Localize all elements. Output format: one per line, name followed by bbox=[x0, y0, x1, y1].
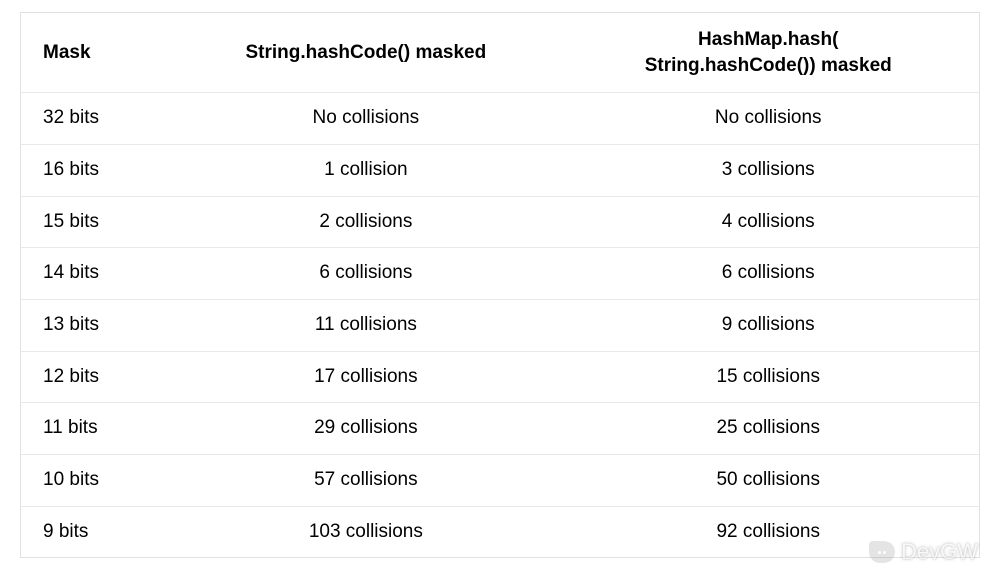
cell-string-hashcode: 57 collisions bbox=[174, 455, 557, 507]
cell-mask: 32 bits bbox=[21, 93, 174, 145]
table-row: 12 bits17 collisions15 collisions bbox=[21, 351, 979, 403]
cell-hashmap-hash: 25 collisions bbox=[557, 403, 979, 455]
cell-mask: 16 bits bbox=[21, 144, 174, 196]
cell-hashmap-hash: 50 collisions bbox=[557, 455, 979, 507]
table-row: 32 bitsNo collisionsNo collisions bbox=[21, 93, 979, 145]
cell-string-hashcode: 103 collisions bbox=[174, 506, 557, 557]
table-row: 10 bits57 collisions50 collisions bbox=[21, 455, 979, 507]
cell-string-hashcode: 6 collisions bbox=[174, 248, 557, 300]
cell-mask: 15 bits bbox=[21, 196, 174, 248]
cell-hashmap-hash: 15 collisions bbox=[557, 351, 979, 403]
header-hashmap-line1: HashMap.hash( bbox=[698, 29, 838, 50]
cell-mask: 14 bits bbox=[21, 248, 174, 300]
cell-mask: 13 bits bbox=[21, 300, 174, 352]
cell-string-hashcode: 1 collision bbox=[174, 144, 557, 196]
cell-string-hashcode: No collisions bbox=[174, 93, 557, 145]
cell-mask: 10 bits bbox=[21, 455, 174, 507]
cell-hashmap-hash: No collisions bbox=[557, 93, 979, 145]
collision-table: Mask String.hashCode() masked HashMap.ha… bbox=[21, 13, 979, 557]
cell-string-hashcode: 11 collisions bbox=[174, 300, 557, 352]
cell-hashmap-hash: 9 collisions bbox=[557, 300, 979, 352]
cell-hashmap-hash: 4 collisions bbox=[557, 196, 979, 248]
header-hashmap-line2: String.hashCode()) masked bbox=[645, 55, 892, 76]
table-header-row: Mask String.hashCode() masked HashMap.ha… bbox=[21, 13, 979, 93]
collision-table-container: Mask String.hashCode() masked HashMap.ha… bbox=[20, 12, 980, 558]
table-body: 32 bitsNo collisionsNo collisions16 bits… bbox=[21, 93, 979, 558]
cell-string-hashcode: 17 collisions bbox=[174, 351, 557, 403]
header-string-hashcode: String.hashCode() masked bbox=[174, 13, 557, 93]
table-row: 15 bits2 collisions4 collisions bbox=[21, 196, 979, 248]
cell-hashmap-hash: 3 collisions bbox=[557, 144, 979, 196]
table-row: 13 bits11 collisions9 collisions bbox=[21, 300, 979, 352]
table-row: 9 bits103 collisions92 collisions bbox=[21, 506, 979, 557]
header-hashmap-hash: HashMap.hash( String.hashCode()) masked bbox=[557, 13, 979, 93]
cell-string-hashcode: 29 collisions bbox=[174, 403, 557, 455]
cell-mask: 11 bits bbox=[21, 403, 174, 455]
cell-string-hashcode: 2 collisions bbox=[174, 196, 557, 248]
header-mask: Mask bbox=[21, 13, 174, 93]
table-row: 14 bits6 collisions6 collisions bbox=[21, 248, 979, 300]
cell-hashmap-hash: 6 collisions bbox=[557, 248, 979, 300]
table-row: 11 bits29 collisions25 collisions bbox=[21, 403, 979, 455]
table-row: 16 bits1 collision3 collisions bbox=[21, 144, 979, 196]
cell-mask: 9 bits bbox=[21, 506, 174, 557]
cell-hashmap-hash: 92 collisions bbox=[557, 506, 979, 557]
cell-mask: 12 bits bbox=[21, 351, 174, 403]
